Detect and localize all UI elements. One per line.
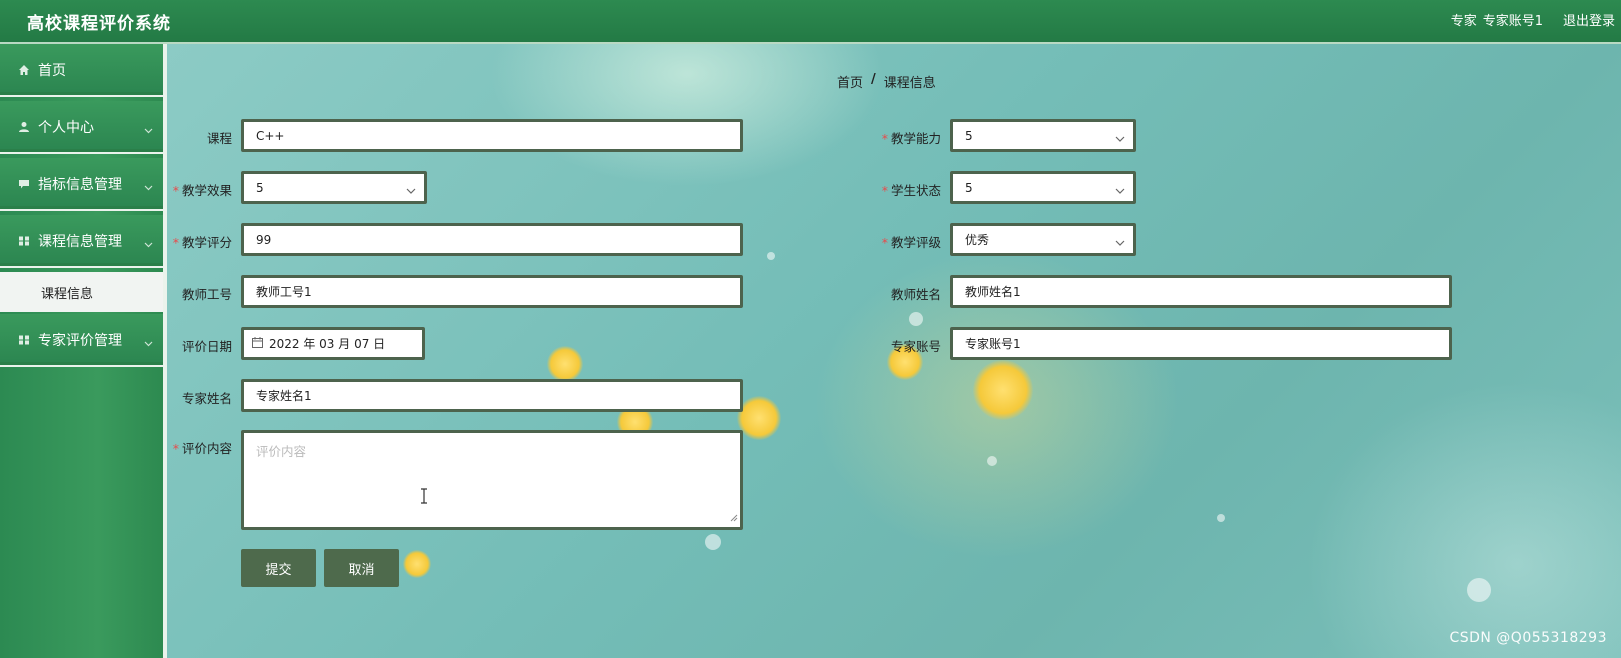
sidebar-item-home[interactable]: 首页 (0, 44, 163, 97)
teaching-ability-select[interactable]: 5 (950, 119, 1136, 152)
user-area: 专家 专家账号1 退出登录 (1451, 10, 1615, 29)
chevron-down-icon (144, 335, 153, 351)
chevron-up-icon (144, 236, 153, 252)
chevron-down-icon (406, 183, 416, 197)
app-title: 高校课程评价系统 (27, 14, 171, 34)
sidebar: 首页 个人中心 指标信息管理 课程信息管理 课程信息 专家评价管理 (0, 44, 167, 658)
sidebar-item-label: 专家评价管理 (38, 332, 122, 349)
user-icon (18, 121, 30, 133)
sidebar-item-label: 课程信息管理 (38, 233, 122, 250)
breadcrumb-separator: / (871, 72, 876, 87)
user-role: 专家 (1450, 14, 1477, 29)
course-label: 课程 (206, 131, 232, 146)
text-cursor-icon (419, 488, 429, 508)
sidebar-item-expert-evaluation[interactable]: 专家评价管理 (0, 314, 163, 367)
breadcrumb-home[interactable]: 首页 (837, 72, 863, 91)
flower-decoration (403, 550, 431, 578)
sidebar-item-personal-center[interactable]: 个人中心 (0, 101, 163, 154)
sidebar-item-course-management[interactable]: 课程信息管理 (0, 215, 163, 268)
resize-grip-icon[interactable] (730, 510, 738, 525)
chevron-down-icon (1115, 235, 1125, 249)
comment-icon (18, 178, 30, 190)
teaching-score-input[interactable]: 99 (241, 223, 743, 256)
logout-link[interactable]: 退出登录 (1563, 10, 1615, 29)
eval-date-picker[interactable]: 2022 年 03 月 07 日 (241, 327, 425, 360)
teacher-id-label: 教师工号 (181, 287, 232, 302)
sidebar-item-label: 指标信息管理 (38, 176, 122, 193)
eval-date-label: 评价日期 (181, 339, 232, 354)
bokeh-dot (705, 534, 721, 550)
user-account: 专家账号1 (1482, 14, 1543, 29)
bokeh-dot (1467, 578, 1491, 602)
teaching-grade-select[interactable]: 优秀 (950, 223, 1136, 256)
teaching-score-label: * 教学评分 (172, 235, 232, 250)
course-input[interactable]: C++ (241, 119, 743, 152)
eval-content-textarea[interactable]: 评价内容 (241, 430, 743, 530)
top-bar: 高校课程评价系统 专家 专家账号1 退出登录 (0, 0, 1621, 44)
bokeh-dot (987, 456, 997, 466)
teaching-ability-label: * 教学能力 (881, 131, 941, 146)
sidebar-item-indicator-management[interactable]: 指标信息管理 (0, 158, 163, 211)
teaching-effect-label: * 教学效果 (172, 183, 232, 198)
watermark: CSDN @Q055318293 (1449, 630, 1607, 646)
teacher-id-input[interactable]: 教师工号1 (241, 275, 743, 308)
flower-decoration (973, 360, 1033, 420)
flower-decoration (547, 346, 583, 382)
grid-icon (18, 235, 30, 247)
student-state-select[interactable]: 5 (950, 171, 1136, 204)
grid-icon (18, 334, 30, 346)
expert-name-label: 专家姓名 (181, 391, 232, 406)
flower-decoration (737, 396, 781, 440)
chevron-down-icon (1115, 183, 1125, 197)
submit-button[interactable]: 提交 (241, 549, 316, 587)
home-icon (18, 64, 30, 76)
calendar-icon (252, 336, 263, 351)
student-state-label: * 学生状态 (881, 183, 941, 198)
main-content: 首页 / 课程信息 课程 C++ * 教学能力 5 * 教学效果 5 * 学生状态 5… (167, 44, 1621, 658)
expert-name-input[interactable]: 专家姓名1 (241, 379, 743, 412)
bokeh-dot (767, 252, 775, 260)
chevron-down-icon (144, 122, 153, 138)
breadcrumb-current: 课程信息 (883, 76, 936, 91)
chevron-down-icon (144, 179, 153, 195)
cancel-button[interactable]: 取消 (324, 549, 399, 587)
sidebar-item-label: 首页 (38, 62, 66, 79)
teaching-effect-select[interactable]: 5 (241, 171, 427, 204)
expert-account-input[interactable]: 专家账号1 (950, 327, 1452, 360)
eval-content-label: * 评价内容 (172, 441, 232, 456)
bokeh-dot (1217, 514, 1225, 522)
sidebar-subitem-course-info[interactable]: 课程信息 (0, 272, 163, 312)
chevron-down-icon (1115, 131, 1125, 145)
expert-account-label: 专家账号 (890, 339, 941, 354)
teacher-name-input[interactable]: 教师姓名1 (950, 275, 1452, 308)
breadcrumb: 首页 / 课程信息 (837, 72, 936, 91)
sidebar-item-label: 个人中心 (38, 119, 94, 136)
bokeh-dot (909, 312, 923, 326)
teaching-grade-label: * 教学评级 (881, 235, 941, 250)
teacher-name-label: 教师姓名 (890, 287, 941, 302)
